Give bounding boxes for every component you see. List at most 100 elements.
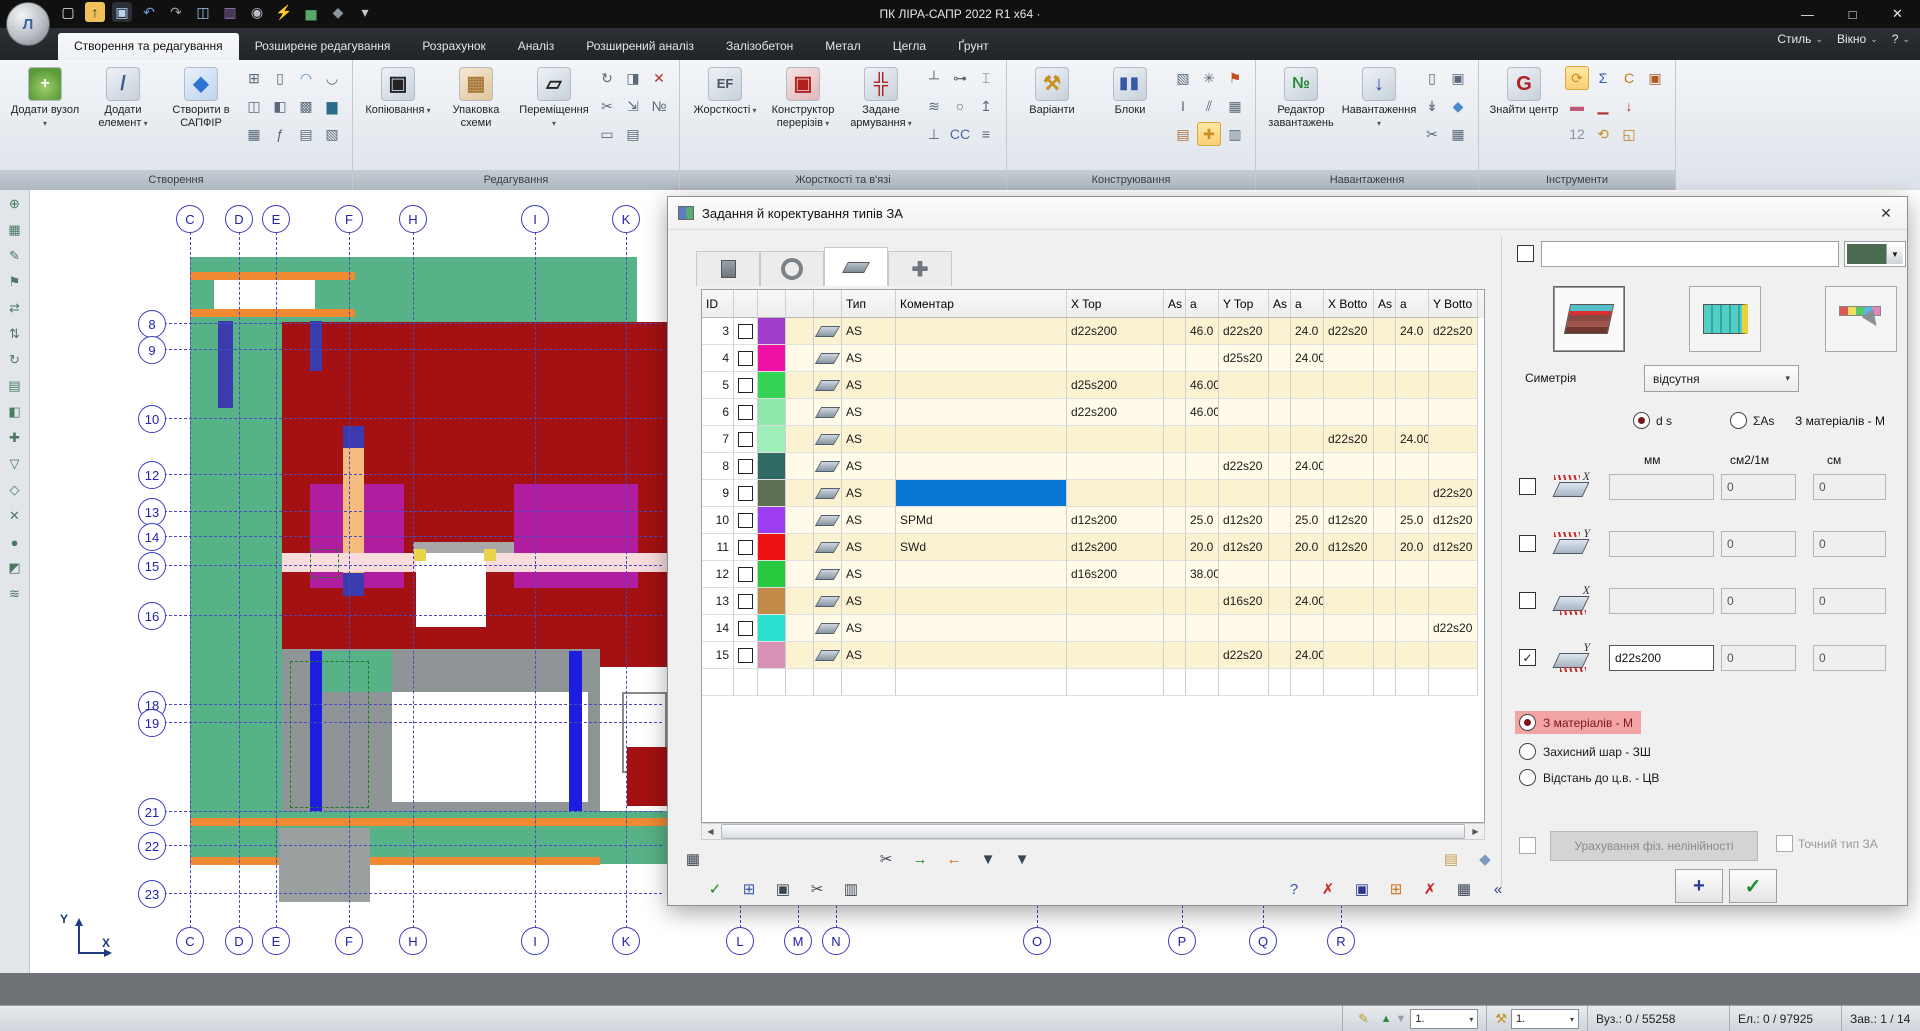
tab-slab[interactable] — [824, 247, 888, 286]
cell-a3[interactable] — [1396, 372, 1429, 399]
arm-as-Y-bot[interactable]: 0 — [1721, 645, 1796, 671]
symmetry-combo[interactable]: відсутня▾ — [1644, 365, 1799, 392]
cell-ytop[interactable]: d22s20 — [1219, 318, 1269, 345]
undo-icon[interactable]: ↶ — [139, 2, 159, 22]
exact-type-checkbox[interactable] — [1776, 835, 1793, 852]
swap-colors-icon[interactable]: ⟲ — [1591, 122, 1615, 146]
qat-more-icon[interactable]: ▾ — [355, 2, 375, 22]
cell-blank[interactable] — [786, 561, 814, 588]
lt-tri-icon[interactable]: ▽ — [4, 454, 26, 474]
add-lines-icon[interactable]: ⫽ — [1197, 94, 1221, 118]
cell-as3[interactable] — [1374, 588, 1396, 615]
close-button[interactable]: ✕ — [1875, 0, 1920, 28]
lt-plus-icon[interactable]: ✚ — [4, 428, 26, 448]
cell-ytop[interactable]: d12s20 — [1219, 507, 1269, 534]
cut-loads-icon[interactable]: ✂ — [1420, 122, 1444, 146]
cell-ytop[interactable] — [1219, 372, 1269, 399]
cell-ybot[interactable] — [1429, 453, 1478, 480]
arm-input-Y-top[interactable] — [1609, 531, 1714, 557]
springs-icon[interactable]: ≋ — [922, 94, 946, 118]
cell-a3[interactable] — [1396, 453, 1429, 480]
ribbon-tab-6[interactable]: Залізобетон — [710, 33, 809, 60]
row-checkbox[interactable] — [738, 405, 753, 420]
apply-button[interactable]: ✓ — [1729, 869, 1777, 903]
ribbon-tab-9[interactable]: Ґрунт — [942, 33, 1005, 60]
cell-ybot[interactable]: d12s20 — [1429, 534, 1478, 561]
camera-icon[interactable]: ◉ — [247, 2, 267, 22]
cell-as1[interactable] — [1164, 642, 1186, 669]
add-element-button[interactable]: /Додати елемент ▾ — [86, 64, 160, 129]
cell-as1[interactable] — [1164, 345, 1186, 372]
scroll-left-icon[interactable]: ◀ — [702, 824, 719, 839]
cell-ytop[interactable]: d12s20 — [1219, 534, 1269, 561]
cell-a1[interactable]: 20.0 — [1186, 534, 1219, 561]
cell-empty[interactable] — [1396, 669, 1429, 696]
arm-input-X-bot[interactable] — [1609, 588, 1714, 614]
row-checkbox[interactable] — [738, 324, 753, 339]
swatch-dropdown-icon[interactable]: ▼ — [1886, 244, 1903, 264]
cell-a2[interactable] — [1291, 615, 1324, 642]
section-constructor-button[interactable]: ▣Конструктор перерізів ▾ — [766, 64, 840, 129]
cell-as2[interactable] — [1269, 318, 1291, 345]
ribbon-tab-3[interactable]: Розрахунок — [406, 33, 501, 60]
cell-as2[interactable] — [1269, 588, 1291, 615]
apply-check-icon[interactable]: ✓ — [702, 877, 728, 901]
anchor-icon[interactable]: ⊥ — [922, 122, 946, 146]
cell-as1[interactable] — [1164, 318, 1186, 345]
row-checkbox[interactable] — [738, 459, 753, 474]
cell-as1[interactable] — [1164, 399, 1186, 426]
cell-a1[interactable]: 46.00 — [1186, 399, 1219, 426]
rotate-icon[interactable]: ↻ — [595, 66, 619, 90]
cell-a2[interactable]: 24.00 — [1291, 345, 1324, 372]
cell-a2[interactable] — [1291, 372, 1324, 399]
cell-as1[interactable] — [1164, 561, 1186, 588]
cell-as2[interactable] — [1269, 426, 1291, 453]
cell-type[interactable]: AS — [842, 480, 896, 507]
cell-type[interactable]: AS — [842, 372, 896, 399]
load-editor-button[interactable]: №Редактор завантажень — [1264, 64, 1338, 129]
cell-a2[interactable]: 24.0 — [1291, 318, 1324, 345]
arm-as-Y-top[interactable]: 0 — [1721, 531, 1796, 557]
cell-type[interactable]: AS — [842, 588, 896, 615]
row-checkbox[interactable] — [738, 513, 753, 528]
row-color-swatch[interactable] — [758, 615, 786, 642]
row-type-icon-cell[interactable] — [814, 399, 842, 426]
cell-xbot[interactable] — [1324, 480, 1374, 507]
mirror-icon[interactable]: ◨ — [621, 66, 645, 90]
cell-as1[interactable] — [1164, 507, 1186, 534]
add-node-button[interactable]: +Додати вузол ▾ — [8, 64, 82, 129]
copy-loads-icon[interactable]: ▣ — [1446, 66, 1470, 90]
supports-icon[interactable]: ┴ — [922, 66, 946, 90]
cell-comment[interactable] — [896, 426, 1067, 453]
cell-type[interactable]: AS — [842, 615, 896, 642]
book-icon[interactable]: ▥ — [220, 2, 240, 22]
blocks-button[interactable]: ▮▮Блоки — [1093, 64, 1167, 117]
cell-as1[interactable] — [1164, 372, 1186, 399]
diagram-icon[interactable]: ▁ — [1591, 94, 1615, 118]
down-triangle-icon[interactable]: ▼ — [1395, 1013, 1406, 1025]
row-color-swatch[interactable] — [758, 642, 786, 669]
row-color-swatch[interactable] — [758, 561, 786, 588]
tab-add[interactable]: ✚ — [888, 251, 952, 286]
row-color-swatch[interactable] — [758, 534, 786, 561]
cell-ytop[interactable] — [1219, 615, 1269, 642]
cell-as1[interactable] — [1164, 426, 1186, 453]
cell-ytop[interactable] — [1219, 561, 1269, 588]
cell-a1[interactable] — [1186, 480, 1219, 507]
cell-as3[interactable] — [1374, 426, 1396, 453]
cell-ybot[interactable] — [1429, 345, 1478, 372]
cell-a3[interactable] — [1396, 615, 1429, 642]
layered-slab-button[interactable] — [1553, 286, 1625, 352]
cell-blank[interactable] — [786, 345, 814, 372]
row-color-swatch[interactable] — [758, 372, 786, 399]
cc12-icon[interactable]: CC — [948, 122, 972, 146]
help-icon[interactable]: ? — [1281, 877, 1307, 901]
cell-as1[interactable] — [1164, 615, 1186, 642]
refresh-table-icon[interactable]: ⟳ — [1565, 66, 1589, 90]
cell-ytop[interactable] — [1219, 426, 1269, 453]
cell-as3[interactable] — [1374, 372, 1396, 399]
cut-column-icon[interactable]: ✂ — [873, 847, 899, 871]
lt-pan-icon[interactable]: ⇄ — [4, 298, 26, 318]
cell-blank[interactable] — [786, 615, 814, 642]
variant-combo[interactable]: 1.▾ — [1511, 1009, 1579, 1029]
